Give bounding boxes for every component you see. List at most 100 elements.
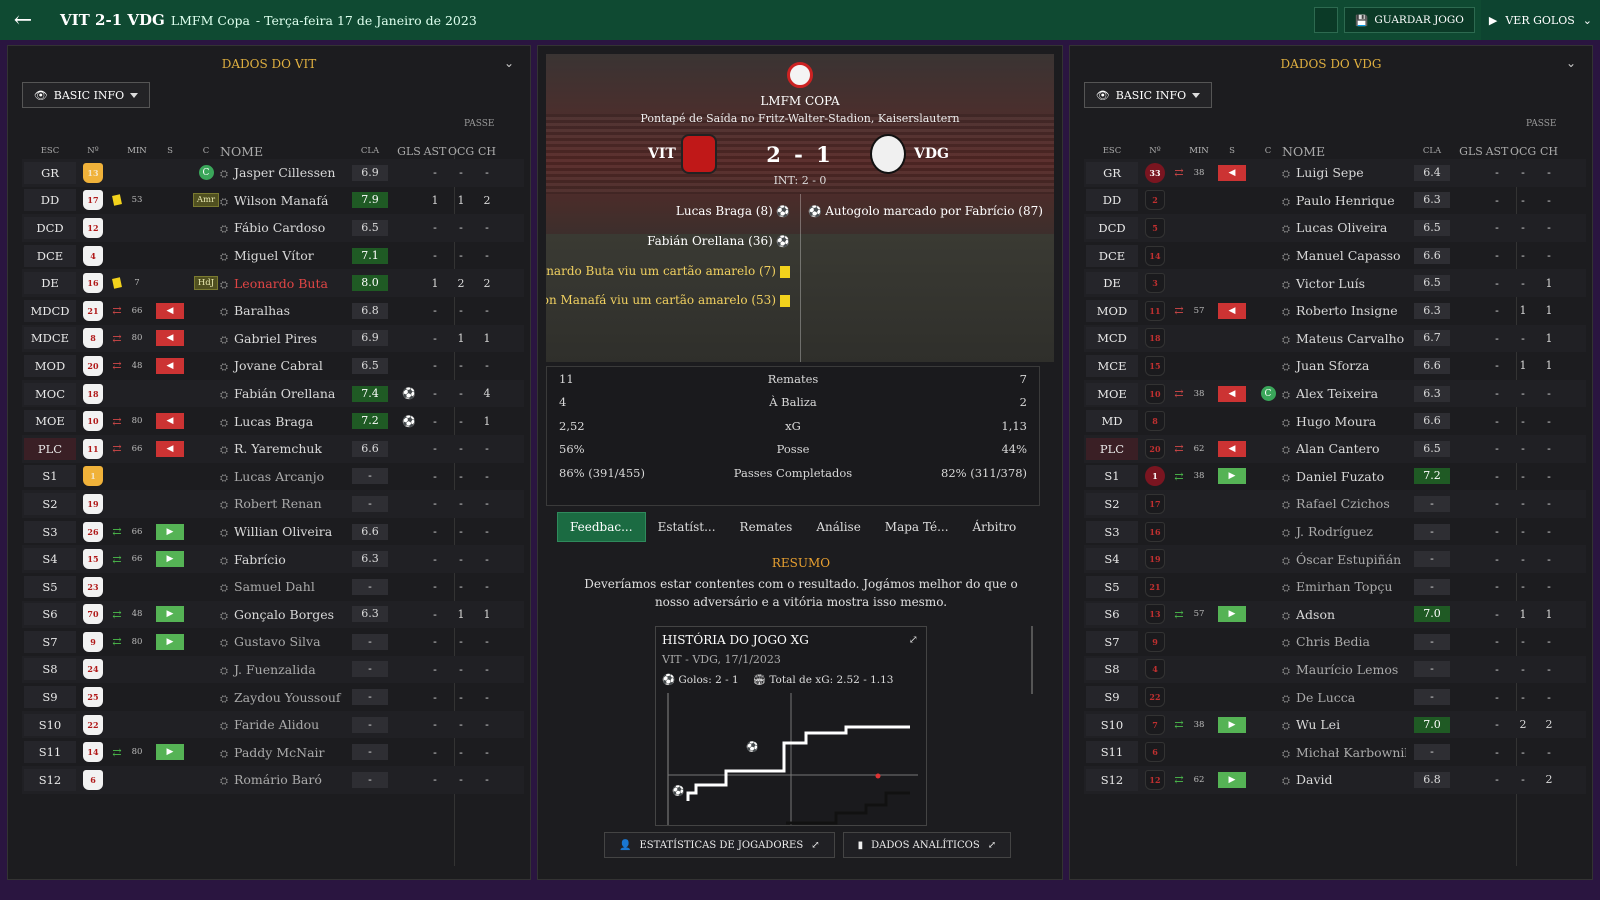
player-name[interactable]: ⛭ Alex Teixeira — [1282, 386, 1406, 401]
player-row[interactable]: S1 1 ⇄ 38 ▶ ⛭ Daniel Fuzato 7.2 - - - — [1084, 463, 1586, 491]
basic-info-dropdown[interactable]: 👁 BASIC INFO — [22, 82, 150, 108]
player-name-text[interactable]: J. Rodríguez — [1296, 524, 1373, 539]
player-name-text[interactable]: Fabián Orellana — [234, 386, 335, 401]
player-name-text[interactable]: Robert Renan — [234, 496, 322, 511]
player-row[interactable]: S12 12 ⇄ 62 ▶ ⛭ David 6.8 - - 2 — [1084, 766, 1586, 794]
player-name[interactable]: ⛭ Hugo Moura — [1282, 414, 1406, 429]
column-header[interactable]: C — [1254, 146, 1282, 156]
player-row[interactable]: DD 2 ⛭ Paulo Henrique 6.3 - - - — [1084, 187, 1586, 215]
tab-3[interactable]: Análise — [804, 512, 872, 542]
player-name[interactable]: ⛭ Lucas Arcanjo — [220, 469, 344, 484]
basic-info-dropdown[interactable]: 👁 BASIC INFO — [1084, 82, 1212, 108]
column-header[interactable]: Nº — [78, 146, 108, 156]
player-name[interactable]: ⛭ Jovane Cabral — [220, 358, 344, 373]
player-row[interactable]: S5 21 ⛭ Emirhan Topçu - - - - — [1084, 573, 1586, 601]
column-header[interactable]: MIN — [126, 146, 148, 156]
player-row[interactable]: MDCE 8 ⇄ 80 ◀ ⛭ Gabriel Pires 6.9 - 1 1 — [22, 324, 524, 353]
column-header[interactable]: OCG — [1510, 145, 1536, 158]
scrollbar[interactable] — [1031, 626, 1033, 694]
save-game-button[interactable]: 💾 GUARDAR JOGO — [1344, 7, 1475, 33]
player-name-text[interactable]: Miguel Vítor — [234, 248, 314, 263]
player-name-text[interactable]: Roberto Insigne — [1296, 303, 1398, 318]
player-name-text[interactable]: Gabriel Pires — [234, 331, 317, 346]
player-name-text[interactable]: Victor Luís — [1296, 276, 1365, 291]
player-name[interactable]: ⛭ J. Fuenzalida — [220, 662, 344, 677]
player-name[interactable]: ⛭ Wu Lei — [1282, 717, 1406, 732]
player-name-text[interactable]: Gustavo Silva — [234, 634, 321, 649]
player-row[interactable]: S10 22 ⛭ Faride Alidou - - - - — [22, 710, 524, 739]
player-name[interactable]: ⛭ Leonardo Buta — [220, 276, 344, 291]
player-name[interactable]: ⛭ Lucas Oliveira — [1282, 220, 1406, 235]
player-name[interactable]: ⛭ Adson — [1282, 607, 1406, 622]
view-goals-button[interactable]: ▶ VER GOLOS ⌄ — [1480, 0, 1600, 40]
player-name-text[interactable]: R. Yaremchuk — [234, 441, 322, 456]
player-row[interactable]: S11 14 ⇄ 80 ▶ ⛭ Paddy McNair - - - - — [22, 738, 524, 766]
column-header[interactable]: GLS — [396, 145, 422, 158]
player-name-text[interactable]: Jovane Cabral — [234, 358, 323, 373]
tab-4[interactable]: Mapa Té... — [873, 512, 961, 542]
player-row[interactable]: S2 17 ⛭ Rafael Czichos - - - - — [1084, 490, 1586, 518]
column-header[interactable]: S — [148, 146, 192, 156]
sub-off-button[interactable]: ◀ — [1218, 440, 1246, 457]
player-row[interactable]: S3 16 ⛭ J. Rodríguez - - - - — [1084, 518, 1586, 546]
player-name-text[interactable]: Willian Oliveira — [234, 524, 332, 539]
player-name-text[interactable]: Luigi Sepe — [1296, 165, 1364, 180]
player-row[interactable]: S8 24 ⛭ J. Fuenzalida - - - - — [22, 655, 524, 684]
column-header[interactable]: OCG — [448, 145, 474, 158]
player-row[interactable]: DCD 12 ⛭ Fábio Cardoso 6.5 - - - — [22, 214, 524, 242]
column-header[interactable]: AST — [1484, 145, 1510, 158]
chevron-down-icon[interactable]: ⌄ — [1583, 14, 1592, 27]
player-name[interactable]: ⛭ Luigi Sepe — [1282, 165, 1406, 180]
player-name-text[interactable]: Adson — [1296, 607, 1335, 622]
player-row[interactable]: DCE 4 ⛭ Miguel Vítor 7.1 - - - — [22, 242, 524, 270]
player-name[interactable]: ⛭ Lucas Braga — [220, 414, 344, 429]
player-row[interactable]: MCE 15 ⛭ Juan Sforza 6.6 - 1 1 — [1084, 352, 1586, 380]
player-name[interactable]: ⛭ Samuel Dahl — [220, 579, 344, 594]
column-header[interactable]: CLA — [1406, 146, 1458, 156]
column-header[interactable]: MIN — [1188, 146, 1210, 156]
sub-on-button[interactable]: ▶ — [156, 606, 184, 623]
sub-on-button[interactable]: ▶ — [156, 744, 184, 761]
player-name[interactable]: ⛭ Jasper Cillessen — [220, 165, 344, 180]
player-name[interactable]: ⛭ Miguel Vítor — [220, 248, 344, 263]
sub-on-button[interactable]: ▶ — [156, 523, 184, 540]
player-name-text[interactable]: Daniel Fuzato — [1296, 469, 1384, 484]
player-row[interactable]: DE 3 ⛭ Victor Luís 6.5 - - 1 — [1084, 269, 1586, 297]
chevron-down-icon[interactable]: ⌄ — [1566, 56, 1576, 70]
column-header[interactable]: CH — [1536, 145, 1562, 158]
player-row[interactable]: S11 6 ⛭ Michał Karbownik - - - - — [1084, 738, 1586, 766]
player-name-text[interactable]: Lucas Braga — [234, 414, 313, 429]
player-name[interactable]: ⛭ Rafael Czichos — [1282, 496, 1406, 511]
sub-off-button[interactable]: ◀ — [1218, 302, 1246, 319]
player-name-text[interactable]: Hugo Moura — [1296, 414, 1376, 429]
player-row[interactable]: S6 70 ⇄ 48 ▶ ⛭ Gonçalo Borges 6.3 - 1 1 — [22, 600, 524, 629]
player-name-text[interactable]: Paulo Henrique — [1296, 193, 1395, 208]
player-name[interactable]: ⛭ Robert Renan — [220, 496, 344, 511]
player-name[interactable]: ⛭ Roberto Insigne — [1282, 303, 1406, 318]
player-name[interactable]: ⛭ Chris Bedia — [1282, 634, 1406, 649]
player-name-text[interactable]: J. Fuenzalida — [234, 662, 316, 677]
tab-0[interactable]: Feedbac... — [557, 512, 646, 542]
sub-off-button[interactable]: ◀ — [1218, 164, 1246, 181]
player-name[interactable]: ⛭ Gabriel Pires — [220, 331, 344, 346]
player-row[interactable]: S10 7 ⇄ 38 ▶ ⛭ Wu Lei 7.0 - 2 2 — [1084, 710, 1586, 739]
player-name-text[interactable]: Baralhas — [234, 303, 290, 318]
chevron-down-icon[interactable]: ⌄ — [504, 56, 514, 70]
sub-on-button[interactable]: ▶ — [1218, 606, 1246, 623]
sub-on-button[interactable]: ▶ — [1218, 771, 1246, 788]
player-name[interactable]: ⛭ Zaydou Youssouf — [220, 690, 344, 705]
player-name-text[interactable]: Maurício Lemos — [1296, 662, 1398, 677]
tab-2[interactable]: Remates — [728, 512, 805, 542]
player-row[interactable]: S9 25 ⛭ Zaydou Youssouf - - - - — [22, 683, 524, 711]
player-name[interactable]: ⛭ Gonçalo Borges — [220, 607, 344, 622]
player-name[interactable]: ⛭ Victor Luís — [1282, 276, 1406, 291]
player-row[interactable]: S12 6 ⛭ Romário Baró - - - - — [22, 766, 524, 794]
column-header[interactable]: CLA — [344, 146, 396, 156]
sub-off-button[interactable]: ◀ — [1218, 385, 1246, 402]
player-row[interactable]: MOD 11 ⇄ 57 ◀ ⛭ Roberto Insigne 6.3-1 1 — [1084, 297, 1586, 325]
player-name[interactable]: ⛭ Mateus Carvalho — [1282, 331, 1406, 346]
player-row[interactable]: MOE 10 ⇄ 80 ◀ ⛭ Lucas Braga 7.2 ⚽ - - 1 — [22, 407, 524, 435]
player-row[interactable]: S9 22 ⛭ De Lucca - - - - — [1084, 683, 1586, 711]
player-row[interactable]: DCE 14 ⛭ Manuel Capasso 6.6 - - - — [1084, 242, 1586, 270]
player-name[interactable]: ⛭ Fábio Cardoso — [220, 220, 344, 235]
